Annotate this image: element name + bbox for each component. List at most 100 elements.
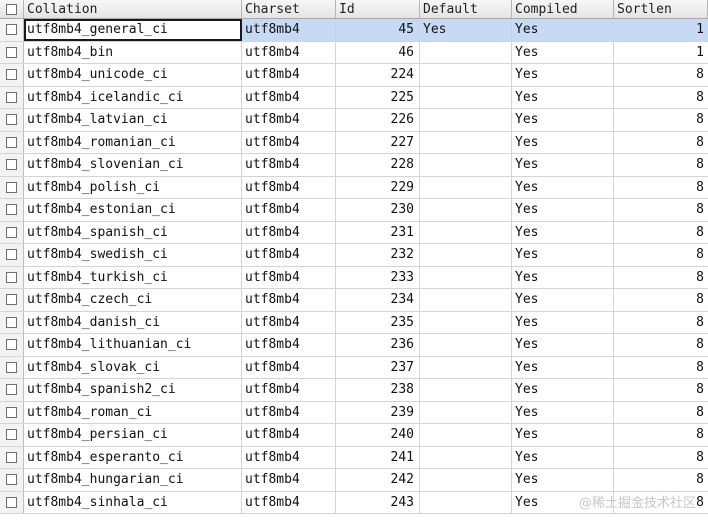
table-row[interactable]: utf8mb4_polish_ci utf8mb4 229 Yes 8 bbox=[0, 176, 708, 199]
id-cell[interactable]: 228 bbox=[336, 154, 420, 176]
default-cell[interactable] bbox=[420, 379, 512, 401]
row-checkbox[interactable] bbox=[6, 181, 17, 193]
default-cell[interactable] bbox=[420, 41, 512, 63]
row-checkbox[interactable] bbox=[6, 451, 17, 463]
compiled-cell[interactable]: Yes bbox=[512, 469, 614, 491]
sortlen-cell[interactable]: 8 bbox=[614, 402, 708, 424]
default-cell[interactable] bbox=[420, 86, 512, 108]
compiled-cell[interactable]: Yes bbox=[512, 64, 614, 86]
sortlen-cell[interactable]: 8 bbox=[614, 289, 708, 311]
default-cell[interactable] bbox=[420, 266, 512, 288]
charset-cell[interactable]: utf8mb4 bbox=[242, 221, 336, 243]
charset-cell[interactable]: utf8mb4 bbox=[242, 289, 336, 311]
id-cell[interactable]: 234 bbox=[336, 289, 420, 311]
compiled-cell[interactable]: Yes bbox=[512, 154, 614, 176]
row-checkbox[interactable] bbox=[6, 294, 17, 306]
row-select-cell[interactable] bbox=[0, 41, 24, 63]
default-cell[interactable] bbox=[420, 176, 512, 198]
collation-cell[interactable]: utf8mb4_sinhala_ci bbox=[24, 491, 242, 513]
default-cell[interactable] bbox=[420, 424, 512, 446]
table-row[interactable]: utf8mb4_latvian_ci utf8mb4 226 Yes 8 bbox=[0, 109, 708, 132]
row-checkbox[interactable] bbox=[6, 226, 17, 238]
row-select-cell[interactable] bbox=[0, 266, 24, 288]
compiled-cell[interactable]: Yes bbox=[512, 131, 614, 153]
row-select-cell[interactable] bbox=[0, 64, 24, 86]
charset-cell[interactable]: utf8mb4 bbox=[242, 154, 336, 176]
sortlen-cell[interactable]: 8 bbox=[614, 199, 708, 221]
default-cell[interactable] bbox=[420, 64, 512, 86]
collation-cell[interactable]: utf8mb4_slovak_ci bbox=[24, 356, 242, 378]
id-cell[interactable]: 238 bbox=[336, 379, 420, 401]
table-row[interactable]: utf8mb4_hungarian_ci utf8mb4 242 Yes 8 bbox=[0, 469, 708, 492]
sortlen-cell[interactable]: 1 bbox=[614, 42, 708, 64]
default-cell[interactable] bbox=[420, 199, 512, 221]
row-select-cell[interactable] bbox=[0, 154, 24, 176]
sortlen-cell[interactable]: 8 bbox=[614, 64, 708, 86]
charset-cell[interactable]: utf8mb4 bbox=[242, 64, 336, 86]
row-checkbox[interactable] bbox=[6, 384, 17, 396]
row-checkbox[interactable] bbox=[6, 159, 17, 171]
sortlen-cell[interactable]: 8 bbox=[614, 154, 708, 176]
collation-cell[interactable]: utf8mb4_unicode_ci bbox=[24, 64, 242, 86]
default-cell[interactable] bbox=[420, 311, 512, 333]
table-row[interactable]: utf8mb4_slovak_ci utf8mb4 237 Yes 8 bbox=[0, 356, 708, 379]
row-checkbox[interactable] bbox=[6, 406, 17, 418]
id-cell[interactable]: 46 bbox=[336, 41, 420, 63]
default-cell[interactable] bbox=[420, 244, 512, 266]
default-cell[interactable] bbox=[420, 289, 512, 311]
table-row[interactable]: utf8mb4_bin utf8mb4 46 Yes 1 bbox=[0, 41, 708, 64]
id-cell[interactable]: 227 bbox=[336, 131, 420, 153]
table-row[interactable]: utf8mb4_icelandic_ci utf8mb4 225 Yes 8 bbox=[0, 86, 708, 109]
row-checkbox[interactable] bbox=[6, 474, 17, 486]
sortlen-cell[interactable]: 8 bbox=[614, 109, 708, 131]
compiled-cell[interactable]: Yes bbox=[512, 86, 614, 108]
row-checkbox[interactable] bbox=[6, 46, 17, 58]
charset-cell[interactable]: utf8mb4 bbox=[242, 41, 336, 63]
default-cell[interactable] bbox=[420, 131, 512, 153]
charset-cell[interactable]: utf8mb4 bbox=[242, 19, 336, 41]
collation-cell[interactable]: utf8mb4_esperanto_ci bbox=[24, 446, 242, 468]
sortlen-cell[interactable]: 8 bbox=[614, 379, 708, 401]
compiled-cell[interactable]: Yes bbox=[512, 446, 614, 468]
compiled-cell[interactable]: Yes bbox=[512, 289, 614, 311]
compiled-cell[interactable]: Yes bbox=[512, 109, 614, 131]
row-select-cell[interactable] bbox=[0, 176, 24, 198]
row-select-cell[interactable] bbox=[0, 379, 24, 401]
id-cell[interactable]: 241 bbox=[336, 446, 420, 468]
charset-cell[interactable]: utf8mb4 bbox=[242, 176, 336, 198]
id-cell[interactable]: 225 bbox=[336, 86, 420, 108]
charset-cell[interactable]: utf8mb4 bbox=[242, 109, 336, 131]
sortlen-cell[interactable]: 8 bbox=[614, 334, 708, 356]
id-cell[interactable]: 243 bbox=[336, 491, 420, 513]
row-checkbox[interactable] bbox=[6, 91, 17, 103]
sortlen-cell[interactable]: 8 bbox=[614, 222, 708, 244]
column-header-compiled[interactable]: Compiled bbox=[512, 0, 614, 18]
sortlen-cell[interactable]: 8 bbox=[614, 312, 708, 334]
id-cell[interactable]: 242 bbox=[336, 469, 420, 491]
table-row[interactable]: utf8mb4_roman_ci utf8mb4 239 Yes 8 bbox=[0, 401, 708, 424]
default-cell[interactable] bbox=[420, 401, 512, 423]
compiled-cell[interactable]: Yes bbox=[512, 401, 614, 423]
sortlen-cell[interactable]: 8 bbox=[614, 357, 708, 379]
table-row[interactable]: utf8mb4_slovenian_ci utf8mb4 228 Yes 8 bbox=[0, 154, 708, 177]
column-header-charset[interactable]: Charset bbox=[242, 0, 336, 18]
id-cell[interactable]: 240 bbox=[336, 424, 420, 446]
charset-cell[interactable]: utf8mb4 bbox=[242, 356, 336, 378]
collation-cell[interactable]: utf8mb4_estonian_ci bbox=[24, 199, 242, 221]
compiled-cell[interactable]: Yes bbox=[512, 244, 614, 266]
column-header-id[interactable]: Id bbox=[336, 0, 420, 18]
sortlen-cell[interactable]: 8 bbox=[614, 244, 708, 266]
charset-cell[interactable]: utf8mb4 bbox=[242, 131, 336, 153]
id-cell[interactable]: 235 bbox=[336, 311, 420, 333]
id-cell[interactable]: 232 bbox=[336, 244, 420, 266]
charset-cell[interactable]: utf8mb4 bbox=[242, 491, 336, 513]
compiled-cell[interactable]: Yes bbox=[512, 379, 614, 401]
row-select-cell[interactable] bbox=[0, 109, 24, 131]
sortlen-cell[interactable]: 8 bbox=[614, 469, 708, 491]
default-cell[interactable] bbox=[420, 334, 512, 356]
row-select-cell[interactable] bbox=[0, 221, 24, 243]
charset-cell[interactable]: utf8mb4 bbox=[242, 311, 336, 333]
table-row[interactable]: utf8mb4_persian_ci utf8mb4 240 Yes 8 bbox=[0, 424, 708, 447]
id-cell[interactable]: 231 bbox=[336, 221, 420, 243]
collation-cell[interactable]: utf8mb4_spanish2_ci bbox=[24, 379, 242, 401]
